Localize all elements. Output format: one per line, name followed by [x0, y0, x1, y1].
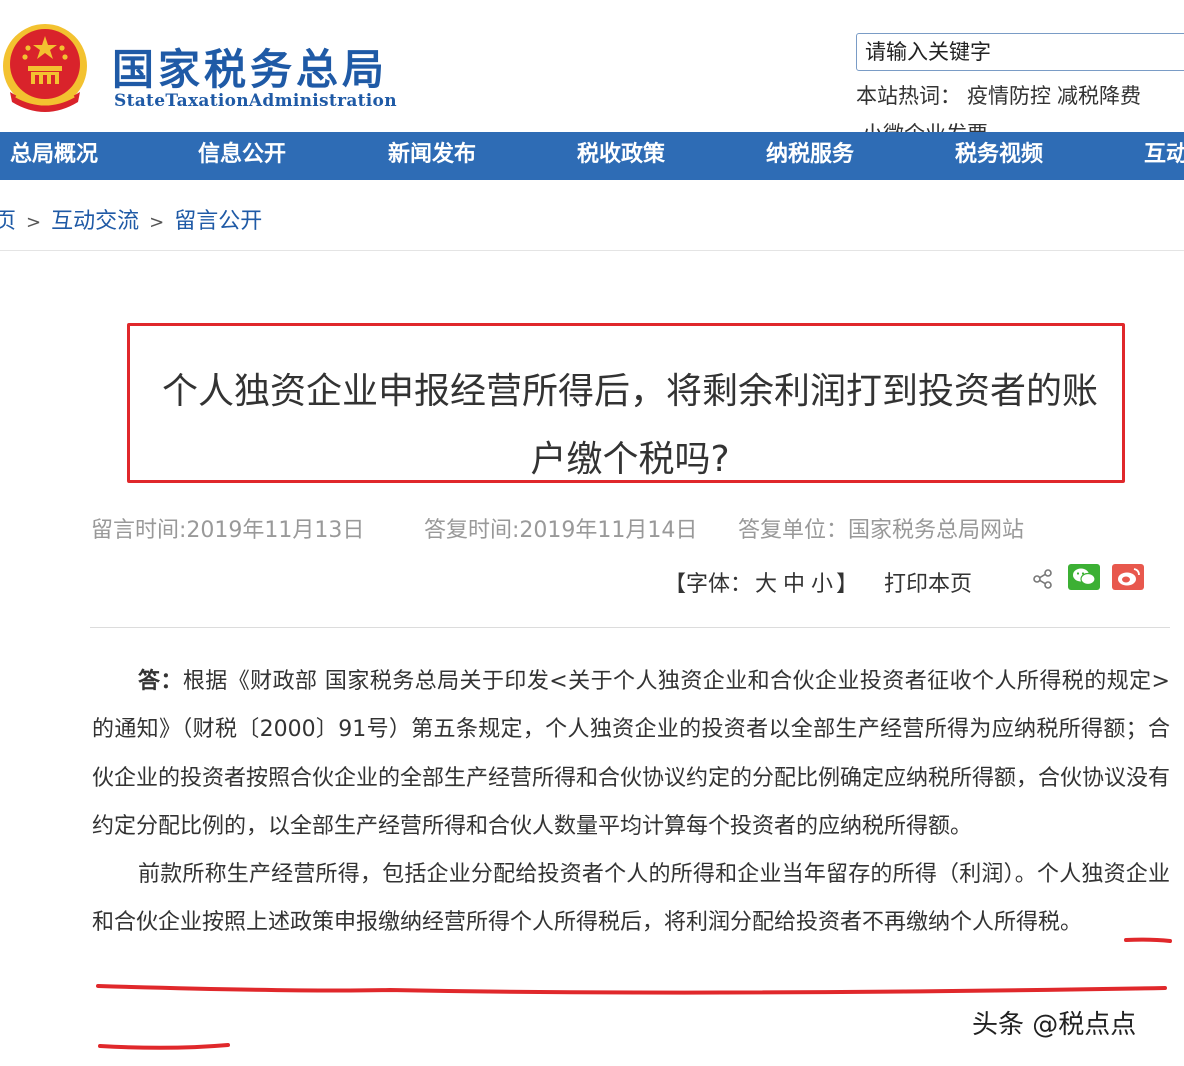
- nav-item-tax-video[interactable]: 税务视频: [955, 132, 1043, 180]
- font-size-label-close: 】: [836, 572, 859, 597]
- underline-mark: [96, 984, 1167, 995]
- watermark: 头条 @税点点: [972, 1010, 1137, 1040]
- search-box[interactable]: [856, 33, 1184, 71]
- message-time: 留言时间:2019年11月13日: [91, 518, 365, 543]
- article-title: 个人独资企业申报经营所得后，将剩余利润打到投资者的账户缴个税吗?: [161, 371, 1098, 480]
- national-emblem-icon: [3, 24, 87, 112]
- hotword-link[interactable]: 减税降费: [1057, 84, 1141, 108]
- site-header: 国家税务总局 StateTaxationAdministration 本站热词：…: [0, 0, 1184, 146]
- breadcrumb-messages[interactable]: 留言公开: [174, 209, 262, 234]
- hotwords: 本站热词： 疫情防控 减税降费: [856, 80, 1147, 110]
- main-nav: 总局概况 信息公开 新闻发布 税收政策 纳税服务 税务视频 互动: [0, 132, 1184, 180]
- breadcrumb-separator: >: [149, 212, 165, 233]
- site-title-english[interactable]: StateTaxationAdministration: [114, 91, 397, 111]
- weibo-share-icon[interactable]: [1112, 564, 1144, 590]
- breadcrumb-separator: >: [26, 212, 42, 233]
- answer-lead: 答：: [138, 669, 183, 694]
- wechat-share-icon[interactable]: [1068, 564, 1100, 590]
- font-large-button[interactable]: 大: [755, 572, 777, 597]
- nav-item-interaction[interactable]: 互动: [1144, 132, 1184, 180]
- divider: [90, 627, 1170, 628]
- print-page-button[interactable]: 打印本页: [884, 566, 972, 598]
- font-medium-button[interactable]: 中: [783, 572, 805, 597]
- site-title[interactable]: 国家税务总局: [112, 36, 388, 97]
- search-input[interactable]: [857, 34, 1184, 70]
- breadcrumb-home[interactable]: 页: [0, 209, 16, 234]
- font-size-label: 【字体：: [664, 572, 753, 597]
- divider: [0, 250, 1184, 251]
- reply-time: 答复时间:2019年11月14日: [424, 518, 698, 543]
- reply-unit: 答复单位：国家税务总局网站: [738, 518, 1025, 543]
- nav-item-info-disclosure[interactable]: 信息公开: [198, 132, 286, 180]
- answer-paragraph: 前款所称生产经营所得，包括企业分配给投资者个人的所得和企业当年留存的所得（利润）…: [92, 862, 1170, 936]
- font-size-controls: 【字体：大中小】: [664, 566, 858, 598]
- share-icon[interactable]: [1032, 568, 1054, 590]
- nav-item-tax-service[interactable]: 纳税服务: [766, 132, 854, 180]
- nav-item-overview[interactable]: 总局概况: [10, 132, 98, 180]
- breadcrumb: 页 > 互动交流 > 留言公开: [0, 203, 262, 235]
- hotword-link[interactable]: 疫情防控: [967, 84, 1051, 108]
- answer-content: 答：根据《财政部 国家税务总局关于印发<关于个人独资企业和合伙企业投资者征收个人…: [92, 658, 1170, 948]
- hotwords-label: 本站热词：: [856, 84, 961, 108]
- underline-mark: [98, 1043, 230, 1050]
- nav-item-news[interactable]: 新闻发布: [388, 132, 476, 180]
- font-small-button[interactable]: 小: [811, 572, 833, 597]
- nav-item-tax-policy[interactable]: 税收政策: [577, 132, 665, 180]
- answer-paragraph: 答：根据《财政部 国家税务总局关于印发<关于个人独资企业和合伙企业投资者征收个人…: [92, 669, 1171, 839]
- breadcrumb-interaction[interactable]: 互动交流: [51, 209, 139, 234]
